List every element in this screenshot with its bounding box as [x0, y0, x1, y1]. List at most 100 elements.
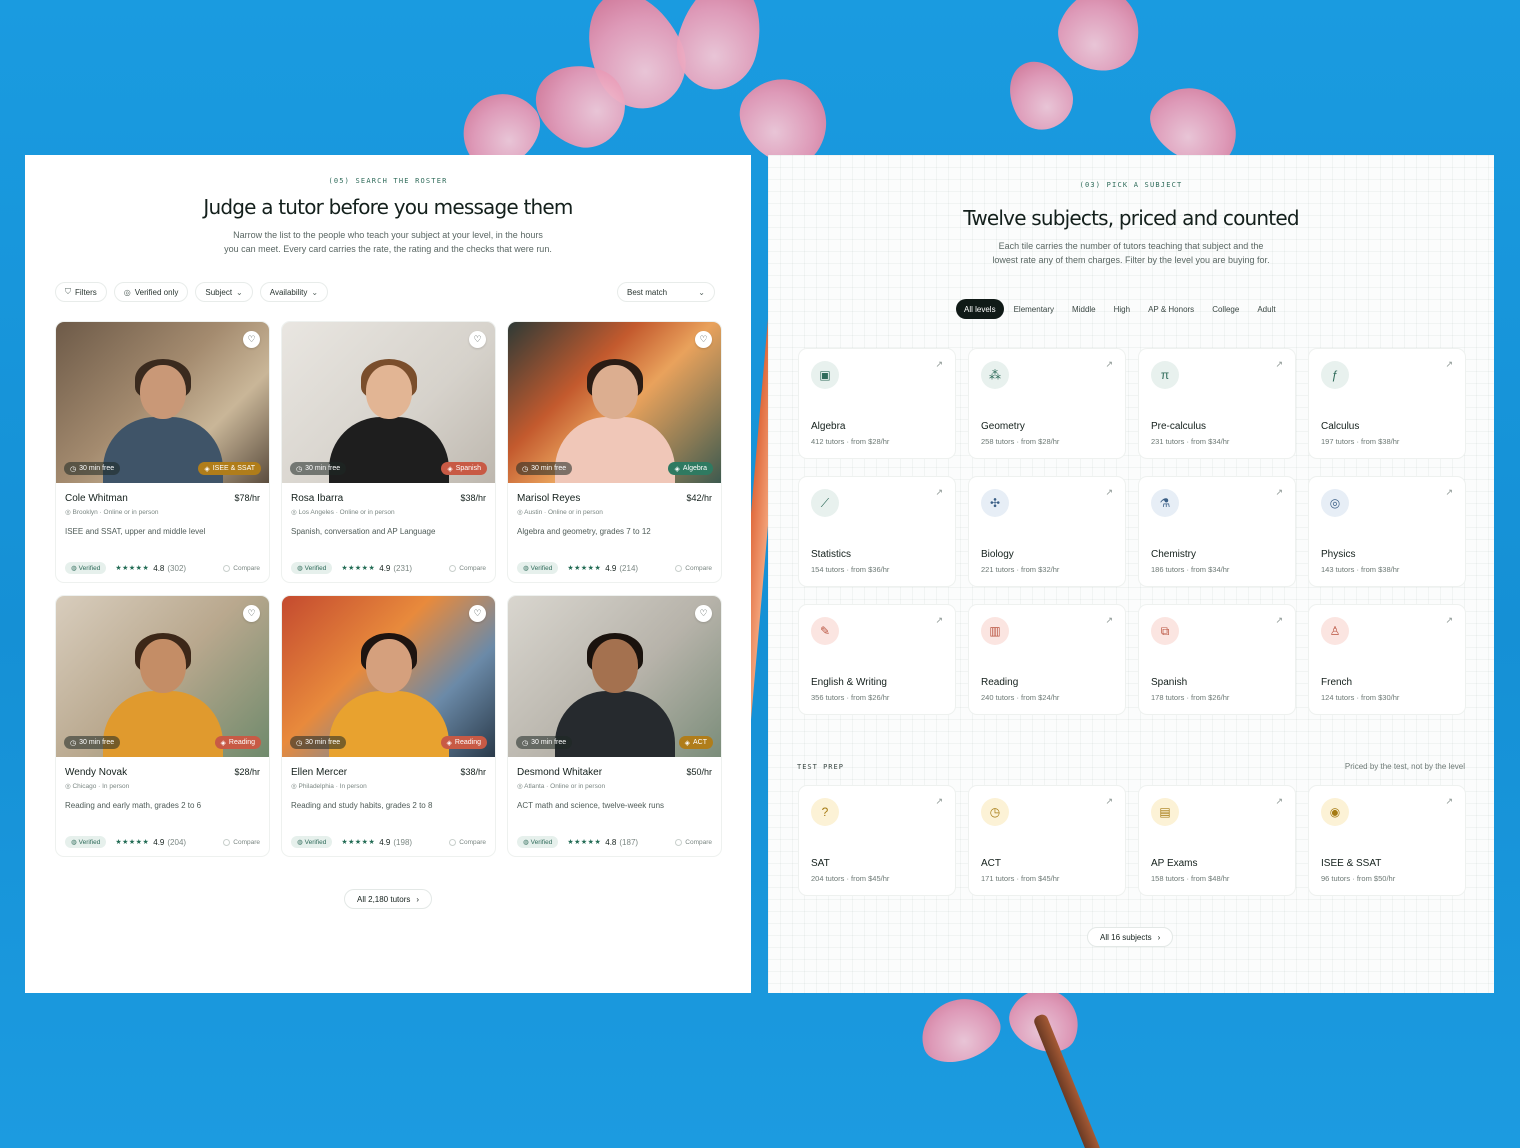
subject-badge: ◈ Reading [440, 736, 487, 749]
subject-tile[interactable]: ⁂ ↗ Geometry 258 tutors · from $28/hr [968, 348, 1126, 459]
subject-tile[interactable]: ✣ ↗ Biology 221 tutors · from $32/hr [968, 476, 1126, 587]
favorite-heart-icon[interactable]: ♡ [243, 331, 260, 348]
tutor-card[interactable]: ♡ ◷ 30 min free ◈ Algebra Marisol Reyes $42/hr… [507, 321, 722, 583]
tutor-name[interactable]: Desmond Whitaker [517, 767, 602, 778]
subject-badge-icon: ◈ [684, 739, 690, 747]
compare-checkbox[interactable]: Compare [223, 838, 260, 846]
subject-tile[interactable]: ◉ ↗ ISEE & SSAT 96 tutors · from $50/hr [1308, 785, 1466, 896]
level-tab[interactable]: Middle [1064, 299, 1104, 319]
level-tab[interactable]: Adult [1249, 299, 1283, 319]
favorite-heart-icon[interactable]: ♡ [695, 605, 712, 622]
level-tab[interactable]: Elementary [1006, 299, 1062, 319]
tutor-photo: ♡ ◷ 30 min free ◈ ACT [508, 596, 721, 757]
tutor-rate: $28/hr [234, 767, 260, 777]
arrow-up-right-icon: ↗ [1105, 615, 1113, 625]
sort-dropdown[interactable]: Best match ⌄ [617, 282, 715, 302]
tutor-photo: ♡ ◷ 30 min free ◈ Algebra [508, 322, 721, 483]
subject-tile[interactable]: ▥ ↗ Reading 240 tutors · from $24/hr [968, 604, 1126, 715]
compare-label: Compare [459, 564, 486, 572]
tutor-description: Reading and early math, grades 2 to 6 [65, 801, 202, 810]
tutor-card[interactable]: ♡ ◷ 30 min free ◈ Reading Ellen Mercer $38/hr ◎… [281, 595, 496, 857]
favorite-heart-icon[interactable]: ♡ [469, 605, 486, 622]
verified-only-toggle[interactable]: ◎ Verified only [113, 282, 189, 302]
chevron-down-icon: ⌄ [698, 287, 705, 297]
subject-badge-icon: ◈ [674, 465, 680, 473]
review-count: (214) [619, 563, 639, 573]
subject-tile[interactable]: ♙ ↗ French 124 tutors · from $30/hr [1308, 604, 1466, 715]
subject-tile[interactable]: ◷ ↗ ACT 171 tutors · from $45/hr [968, 785, 1126, 896]
subject-tile[interactable]: ƒ ↗ Calculus 197 tutors · from $38/hr [1308, 348, 1466, 459]
all-subjects-button[interactable]: All 16 subjects › [1087, 927, 1174, 947]
compare-checkbox[interactable]: Compare [449, 838, 486, 846]
section-lede: Each tile carries the number of tutors t… [768, 239, 1494, 267]
section-eyebrow: (05) SEARCH THE ROSTER [328, 177, 448, 185]
tutor-card-body: Marisol Reyes $42/hr ◎ Austin · Online or … [508, 483, 721, 582]
tutor-name[interactable]: Cole Whitman [65, 493, 128, 504]
arrow-up-right-icon: ↗ [1275, 359, 1283, 369]
level-tab[interactable]: High [1106, 299, 1138, 319]
subject-tile[interactable]: ? ↗ SAT 204 tutors · from $45/hr [798, 785, 956, 896]
tutor-rate: $42/hr [686, 493, 712, 503]
compare-checkbox[interactable]: Compare [223, 564, 260, 572]
compare-checkbox[interactable]: Compare [449, 564, 486, 572]
subject-tile[interactable]: ▤ ↗ AP Exams 158 tutors · from $48/hr [1138, 785, 1296, 896]
subject-badge-label: ACT [693, 739, 707, 746]
all-tutors-label: All 2,180 tutors [357, 894, 411, 904]
subject-icon: ♙ [1321, 617, 1349, 645]
tutor-card[interactable]: ♡ ◷ 30 min free ◈ ISEE & SSAT Cole Whitman $78… [55, 321, 270, 583]
subject-tile[interactable]: ⧉ ↗ Spanish 178 tutors · from $26/hr [1138, 604, 1296, 715]
favorite-heart-icon[interactable]: ♡ [243, 605, 260, 622]
compare-checkbox[interactable]: Compare [675, 838, 712, 846]
subject-name: SAT [811, 858, 830, 869]
arrow-up-right-icon: ↗ [1445, 487, 1453, 497]
availability-dropdown[interactable]: Availability ⌄ [259, 282, 329, 302]
subject-meta: 204 tutors · from $45/hr [811, 874, 890, 883]
compare-checkbox[interactable]: Compare [675, 564, 712, 572]
review-count: (187) [619, 837, 639, 847]
favorite-heart-icon[interactable]: ♡ [695, 331, 712, 348]
portrait-torso [554, 417, 675, 483]
clock-icon: ◷ [522, 465, 529, 473]
subject-tile[interactable]: ▣ ↗ Algebra 412 tutors · from $28/hr [798, 348, 956, 459]
arrow-up-right-icon: ↗ [935, 615, 943, 625]
tutor-name[interactable]: Marisol Reyes [517, 493, 580, 504]
tutor-name[interactable]: Ellen Mercer [291, 767, 347, 778]
subject-tile[interactable]: ⚗ ↗ Chemistry 186 tutors · from $34/hr [1138, 476, 1296, 587]
filters-button[interactable]: ⛉ Filters [55, 282, 107, 302]
free-trial-badge: ◷ 30 min free [516, 736, 573, 749]
compare-label: Compare [685, 838, 712, 846]
subject-name: English & Writing [811, 677, 887, 688]
level-tab[interactable]: AP & Honors [1140, 299, 1202, 319]
subject-badge: ◈ Spanish [441, 462, 487, 475]
subject-tile[interactable]: ◎ ↗ Physics 143 tutors · from $38/hr [1308, 476, 1466, 587]
subject-name: ISEE & SSAT [1321, 858, 1382, 869]
subject-badge-label: Spanish [455, 465, 481, 472]
subject-label: Subject [205, 287, 233, 297]
level-tab[interactable]: College [1204, 299, 1247, 319]
tutor-location: ◎ Brooklyn · Online or in person [65, 508, 260, 516]
tutor-rate: $50/hr [686, 767, 712, 777]
all-tutors-button[interactable]: All 2,180 tutors › [344, 889, 433, 909]
free-trial-label: 30 min free [79, 739, 115, 746]
tutor-card-body: Wendy Novak $28/hr ◎ Chicago · In person Re… [56, 757, 269, 856]
tutor-name[interactable]: Wendy Novak [65, 767, 127, 778]
clock-icon: ◷ [70, 465, 77, 473]
subject-icon: ⚗ [1151, 489, 1179, 517]
tutor-location-text: Brooklyn · Online or in person [72, 509, 159, 516]
subject-tile[interactable]: ✎ ↗ English & Writing 356 tutors · from $26… [798, 604, 956, 715]
subject-name: Calculus [1321, 421, 1360, 432]
favorite-heart-icon[interactable]: ♡ [469, 331, 486, 348]
subject-tile[interactable]: π ↗ Pre-calculus 231 tutors · from $34/hr [1138, 348, 1296, 459]
tutor-card[interactable]: ♡ ◷ 30 min free ◈ Spanish Rosa Ibarra $38/hr ◎ … [281, 321, 496, 583]
arrow-up-right-icon: ↗ [935, 359, 943, 369]
subject-tile[interactable]: ⟋ ↗ Statistics 154 tutors · from $36/hr [798, 476, 956, 587]
arrow-up-right-icon: ↗ [1275, 487, 1283, 497]
portrait-head [591, 639, 638, 693]
subject-dropdown[interactable]: Subject ⌄ [195, 282, 253, 302]
portrait-torso [554, 691, 675, 757]
tutor-card[interactable]: ♡ ◷ 30 min free ◈ ACT Desmond Whitaker $50/hr ◎… [507, 595, 722, 857]
level-tab[interactable]: All levels [956, 299, 1004, 319]
subject-meta: 158 tutors · from $48/hr [1151, 874, 1230, 883]
tutor-name[interactable]: Rosa Ibarra [291, 493, 343, 504]
tutor-card[interactable]: ♡ ◷ 30 min free ◈ Reading Wendy Novak $28/hr ◎ … [55, 595, 270, 857]
